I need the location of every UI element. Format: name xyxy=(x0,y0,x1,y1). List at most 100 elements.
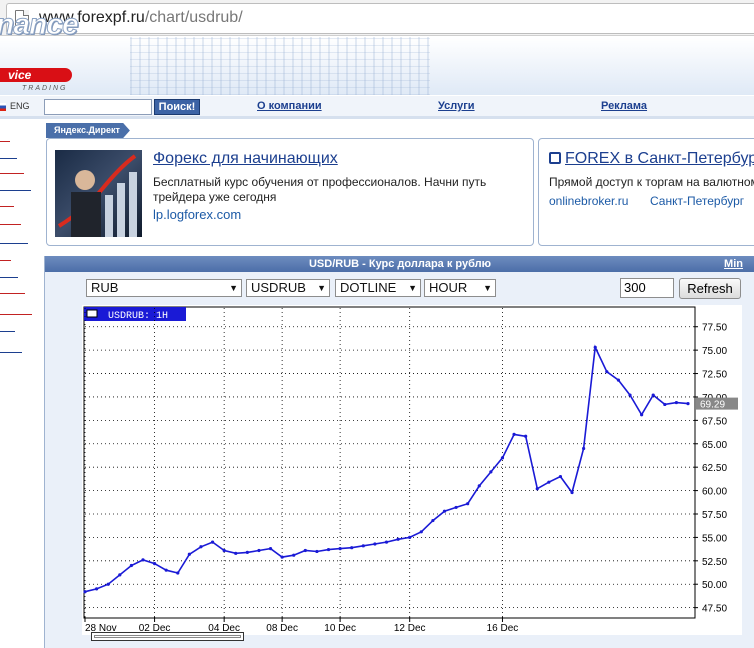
data-point xyxy=(640,413,644,417)
data-point xyxy=(605,370,609,374)
sidebar-item[interactable] xyxy=(0,301,32,315)
last-value-label: 69.29 xyxy=(700,400,725,411)
data-point xyxy=(442,509,447,513)
data-point xyxy=(245,550,249,554)
data-point xyxy=(466,502,470,506)
sidebar-item[interactable] xyxy=(0,128,10,142)
ad-link[interactable]: lp.logforex.com xyxy=(153,207,241,222)
pair-select[interactable]: USDRUB ▼ xyxy=(246,279,330,297)
data-point xyxy=(396,537,400,541)
sidebar-item[interactable] xyxy=(0,247,11,261)
ad2-title[interactable]: FOREX в Санкт-Петербург xyxy=(549,150,754,168)
ad2-link[interactable]: onlinebroker.ru xyxy=(549,194,628,208)
forex-flag-icon xyxy=(549,152,561,164)
chart-title: USDRUB: 1H xyxy=(108,311,168,322)
data-point xyxy=(210,540,215,544)
data-point xyxy=(326,547,331,552)
sidebar-item[interactable] xyxy=(0,145,17,159)
chevron-down-icon: ▼ xyxy=(483,283,492,293)
data-point xyxy=(280,555,284,559)
data-point xyxy=(141,558,145,562)
data-point xyxy=(454,505,458,510)
url-field[interactable]: www.forexpf.ru/chart/usdrub/ xyxy=(6,3,754,34)
y-tick-label: 67.50 xyxy=(702,416,727,427)
data-point xyxy=(106,582,110,586)
sidebar-item[interactable] xyxy=(0,318,15,332)
data-point xyxy=(477,484,481,488)
last-value-marker: 69.29 xyxy=(696,397,738,411)
bars-count-input[interactable]: 300 xyxy=(620,278,674,298)
data-point xyxy=(384,540,389,544)
data-point xyxy=(616,378,621,382)
chart-menu-icon[interactable] xyxy=(86,309,98,318)
chart-scrollbar[interactable] xyxy=(91,632,244,641)
sidebar-item[interactable] xyxy=(0,211,21,225)
period-select[interactable]: HOUR ▼ xyxy=(424,279,496,297)
sidebar-item[interactable] xyxy=(0,230,28,244)
ad2-link-city[interactable]: Санкт-Петербург xyxy=(650,194,744,208)
x-tick-label: 12 Dec xyxy=(394,623,426,634)
ad2-text: Прямой доступ к торгам на валютном xyxy=(549,175,754,189)
ad-card-2[interactable]: FOREX в Санкт-Петербург Прямой доступ к … xyxy=(538,138,754,246)
lang-switch[interactable]: ENG xyxy=(10,101,30,111)
data-point xyxy=(94,587,99,591)
header-background-image xyxy=(130,37,430,95)
y-tick-label: 72.50 xyxy=(702,370,727,381)
data-point xyxy=(628,393,632,397)
ad2-title-text[interactable]: FOREX в Санкт-Петербург xyxy=(565,150,754,167)
x-tick-label: 08 Dec xyxy=(266,623,298,634)
ad-card[interactable]: Форекс для начинающих Бесплатный курс об… xyxy=(46,138,534,246)
yandex-direct-tag[interactable]: Яндекс.Директ xyxy=(46,123,130,138)
style-select-value: DOTLINE xyxy=(340,280,397,295)
data-point xyxy=(268,547,273,551)
data-point xyxy=(187,552,191,556)
data-point xyxy=(338,547,342,551)
data-point xyxy=(257,548,261,553)
data-point xyxy=(582,446,586,451)
period-select-value: HOUR xyxy=(429,280,468,295)
search-input[interactable] xyxy=(44,99,152,115)
data-point xyxy=(558,474,563,479)
sidebar-item[interactable] xyxy=(0,160,24,174)
site-logo-tagline: TRADING xyxy=(22,85,68,92)
y-tick-label: 50.00 xyxy=(702,580,727,591)
data-point xyxy=(129,563,133,568)
ad-text: Бесплатный курс обучения от профессионал… xyxy=(153,175,487,204)
data-point xyxy=(686,402,690,406)
sidebar-item[interactable] xyxy=(0,339,22,353)
nav-divider xyxy=(0,116,754,119)
nav-link-services[interactable]: Услуги xyxy=(438,100,475,112)
nav-link-about[interactable]: О компании xyxy=(257,100,322,112)
currency-select[interactable]: RUB ▼ xyxy=(86,279,242,297)
data-point xyxy=(176,571,180,575)
site-logo[interactable]: nance xyxy=(0,8,79,42)
data-point xyxy=(570,490,574,495)
data-point xyxy=(222,548,226,553)
ad-image[interactable] xyxy=(55,150,142,237)
data-point xyxy=(292,553,296,557)
data-point xyxy=(524,434,528,438)
chart-style-select[interactable]: DOTLINE ▼ xyxy=(335,279,421,297)
site-logo-badge: vice xyxy=(0,68,72,82)
data-point xyxy=(152,562,157,566)
data-point xyxy=(315,549,319,554)
data-point xyxy=(303,548,307,553)
sidebar-item[interactable] xyxy=(0,280,25,294)
data-point xyxy=(164,568,168,572)
minimize-link[interactable]: Min xyxy=(724,256,743,272)
chevron-down-icon: ▼ xyxy=(408,283,417,293)
sidebar-item[interactable] xyxy=(0,193,14,207)
x-tick-label: 16 Dec xyxy=(487,623,519,634)
currency-select-value: RUB xyxy=(91,280,119,295)
x-tick-label: 10 Dec xyxy=(324,623,356,634)
nav-link-ads[interactable]: Реклама xyxy=(601,100,647,112)
flag-icon[interactable] xyxy=(0,103,6,111)
browser-address-bar: www.forexpf.ru/chart/usdrub/ xyxy=(0,0,754,36)
sidebar-item[interactable] xyxy=(0,264,18,278)
ad-title[interactable]: Форекс для начинающих xyxy=(153,150,338,168)
usdrub-chart[interactable]: USDRUB: 1H 47.50 50.00 52.50 55.00 57.50 60.0… xyxy=(82,305,742,635)
sidebar-item[interactable] xyxy=(0,177,31,191)
y-tick-label: 52.50 xyxy=(702,557,727,568)
refresh-button[interactable]: Refresh xyxy=(679,278,741,299)
search-button[interactable]: Поиск! xyxy=(154,99,200,115)
